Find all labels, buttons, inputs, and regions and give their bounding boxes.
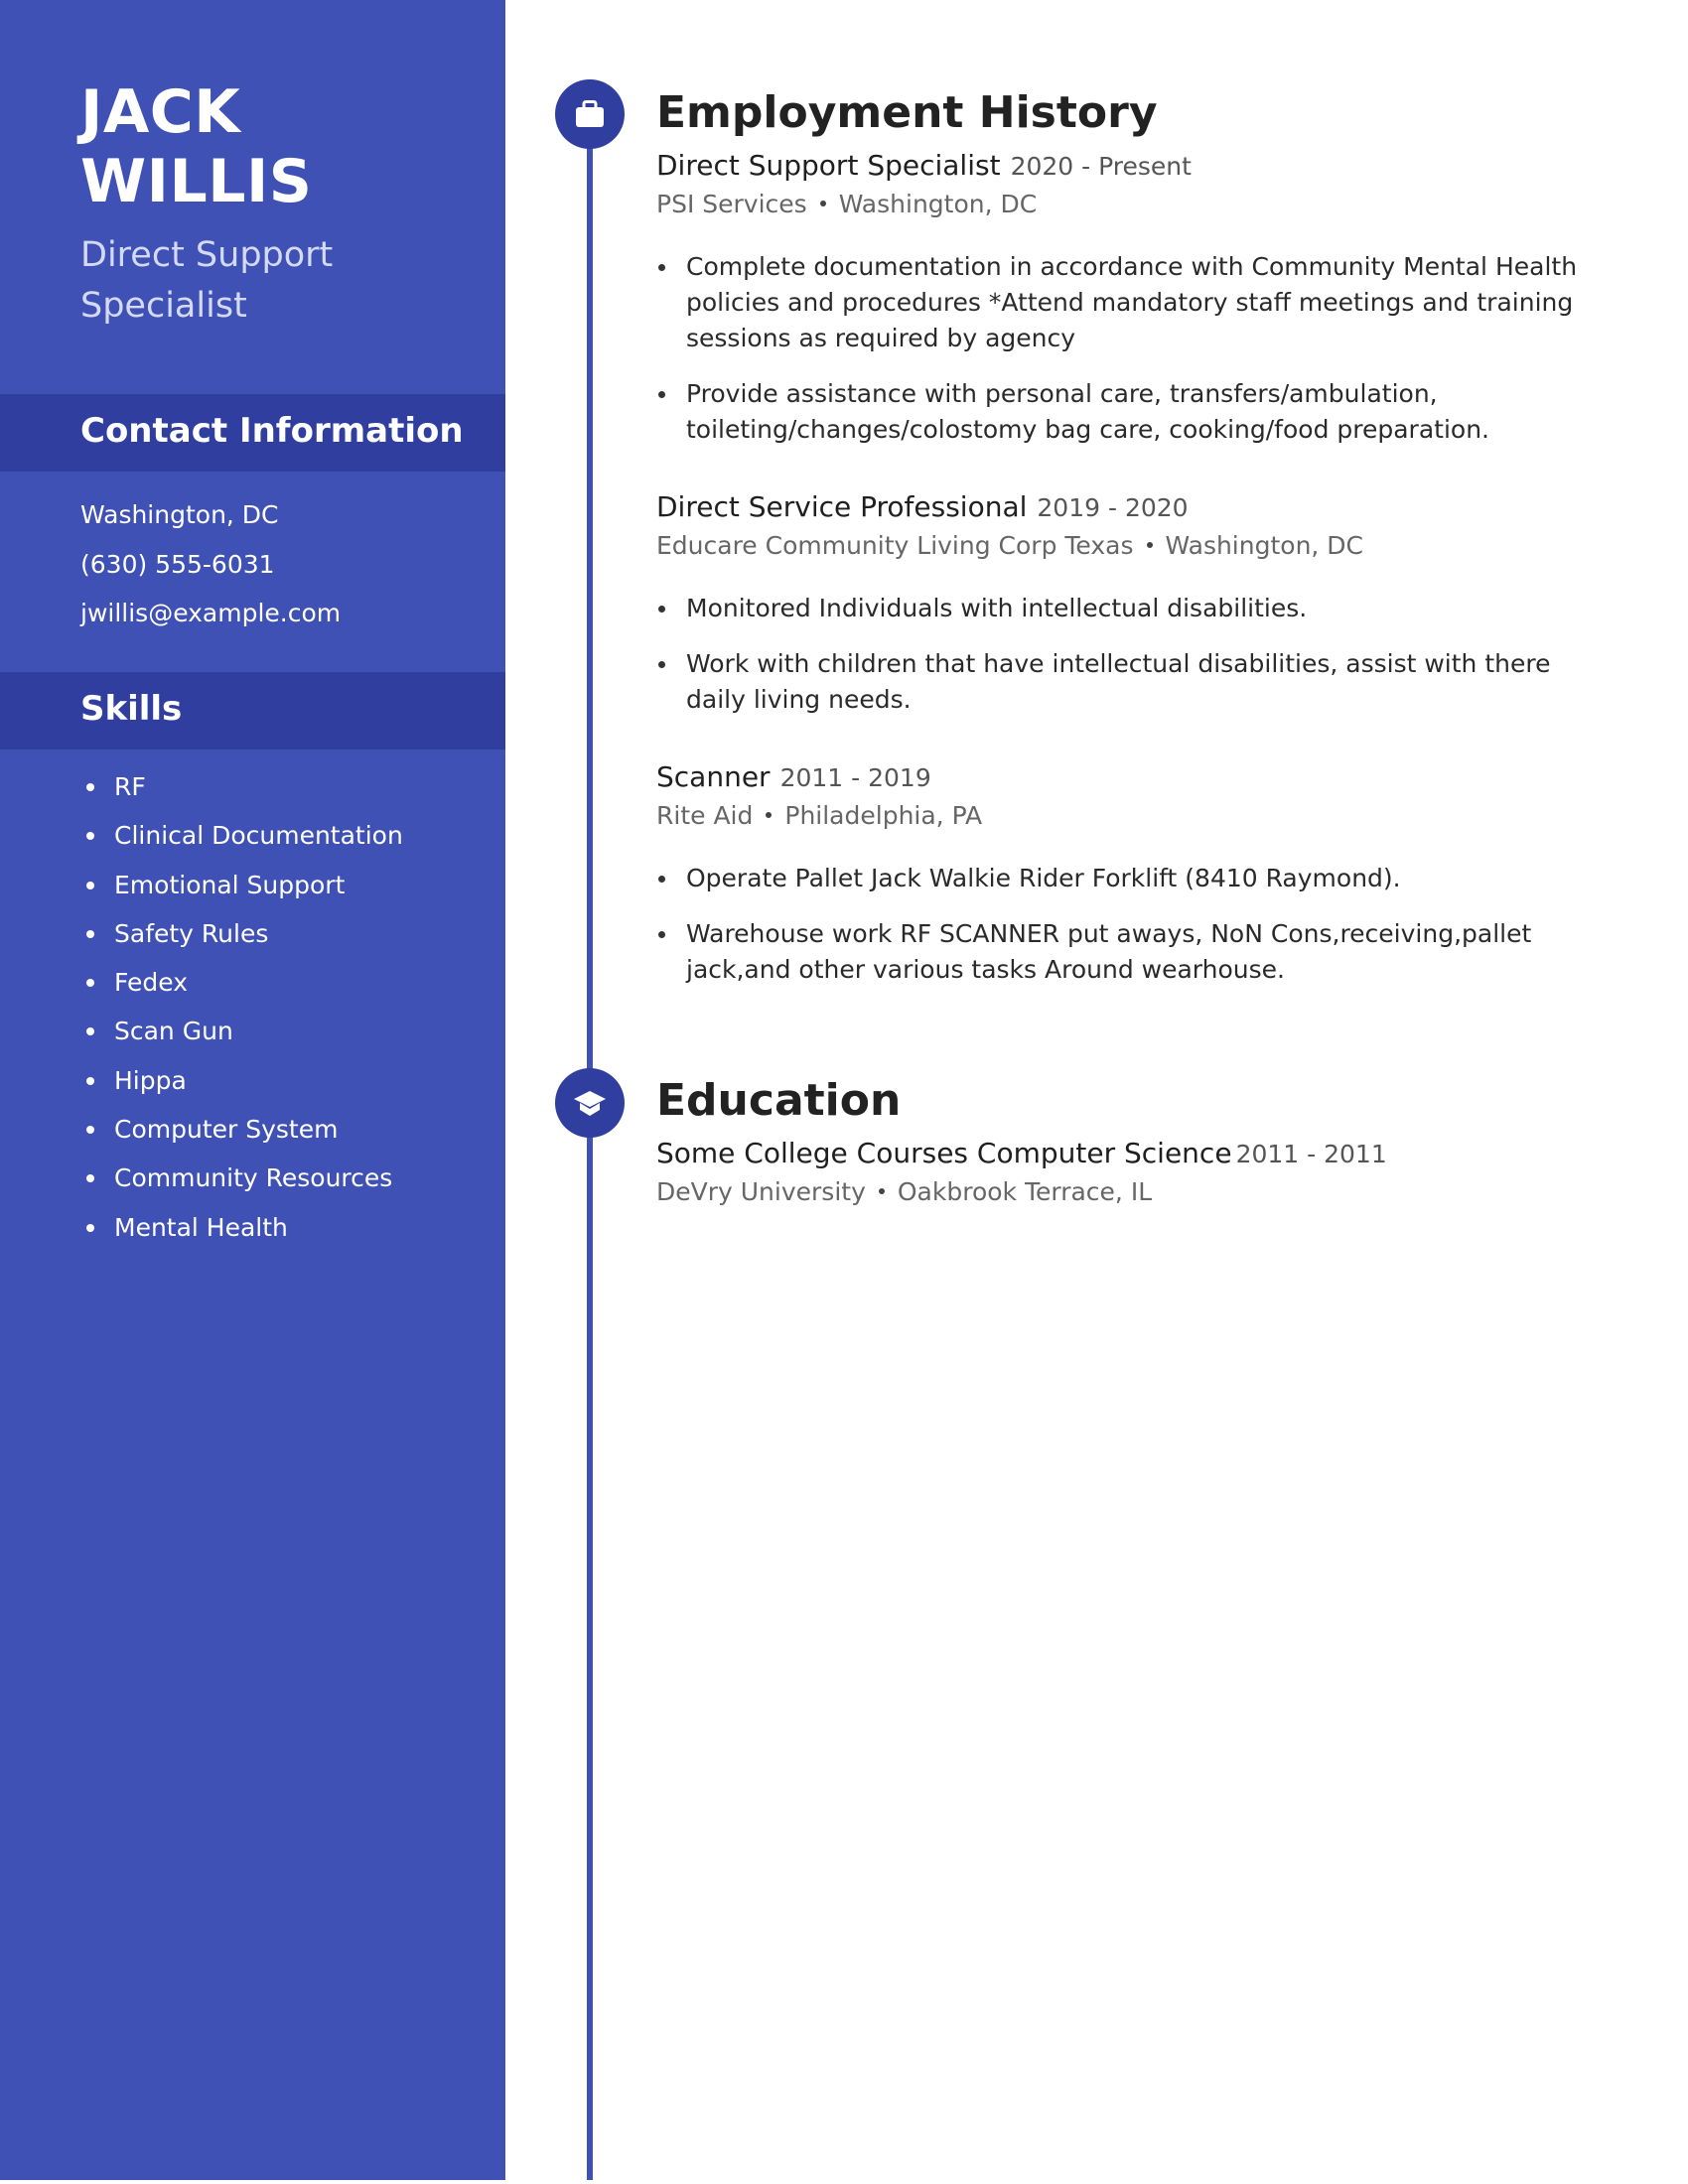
job-location: Washington, DC — [1165, 531, 1364, 560]
job-role: Direct Support Specialist — [656, 149, 1001, 182]
job-dates: 2020 - Present — [1010, 152, 1192, 181]
separator-dot — [766, 812, 773, 818]
contact-heading: Contact Information — [80, 411, 464, 451]
job-bullets: Complete documentation in accordance wit… — [656, 249, 1590, 448]
education-entry: Some College Courses Computer Science 201… — [656, 1135, 1590, 1211]
job-bullets: Monitored Individuals with intellectual … — [656, 591, 1590, 718]
contact-header-band: Contact Information — [0, 394, 505, 472]
candidate-name: JACK WILLIS — [80, 77, 313, 216]
job-bullet: Provide assistance with personal care, t… — [656, 376, 1590, 448]
job-location: Washington, DC — [838, 190, 1038, 218]
timeline-line — [587, 114, 593, 2180]
job-role: Scanner — [656, 760, 771, 793]
contact-phone[interactable]: (630) 555-6031 — [80, 540, 341, 590]
skill-item: Clinical Documentation — [80, 811, 403, 860]
job-company: Rite Aid — [656, 801, 754, 830]
skills-header-band: Skills — [0, 672, 505, 750]
job-bullet: Complete documentation in accordance wit… — [656, 249, 1590, 356]
skill-item: Safety Rules — [80, 909, 403, 958]
last-name: WILLIS — [80, 147, 313, 216]
job-dates: 2011 - 2019 — [779, 763, 931, 792]
skill-item: Computer System — [80, 1105, 403, 1154]
job-bullet: Monitored Individuals with intellectual … — [656, 591, 1590, 626]
job-entry: Scanner 2011 - 2019 Rite Aid Philadelphia,… — [656, 758, 1590, 1008]
skill-item: Scan Gun — [80, 1007, 403, 1055]
employment-heading: Employment History — [656, 87, 1158, 138]
graduation-cap-icon — [574, 1091, 606, 1116]
employment-icon-badge — [555, 79, 625, 149]
job-location: Philadelphia, PA — [784, 801, 983, 830]
job-role: Direct Service Professional — [656, 490, 1028, 523]
school: DeVry University — [656, 1177, 866, 1206]
job-dates: 2019 - 2020 — [1037, 493, 1189, 522]
skill-item: Community Resources — [80, 1154, 403, 1202]
skills-list: RF Clinical Documentation Emotional Supp… — [80, 762, 403, 1252]
contact-location: Washington, DC — [80, 500, 279, 529]
job-bullet: Work with children that have intellectua… — [656, 646, 1590, 718]
briefcase-icon — [576, 100, 604, 127]
education-icon-badge — [555, 1068, 625, 1138]
job-company: Educare Community Living Corp Texas — [656, 531, 1134, 560]
job-entry: Direct Service Professional 2019 - 2020 E… — [656, 488, 1590, 738]
skill-item: RF — [80, 762, 403, 811]
skill-item: Hippa — [80, 1056, 403, 1105]
first-name: JACK — [80, 77, 241, 147]
separator-dot — [819, 201, 826, 206]
contact-list: Washington, DC (630) 555-6031 jwillis@ex… — [80, 490, 341, 638]
job-entry: Direct Support Specialist 2020 - Present … — [656, 147, 1590, 468]
job-bullet: Operate Pallet Jack Walkie Rider Forklif… — [656, 861, 1590, 896]
separator-dot — [878, 1188, 885, 1194]
separator-dot — [1146, 542, 1153, 548]
school-location: Oakbrook Terrace, IL — [897, 1177, 1153, 1206]
skill-item: Mental Health — [80, 1203, 403, 1252]
skills-heading: Skills — [80, 689, 183, 729]
job-bullets: Operate Pallet Jack Walkie Rider Forklif… — [656, 861, 1590, 988]
sidebar: JACK WILLIS Direct Support Specialist Co… — [0, 0, 505, 2180]
candidate-title: Direct Support Specialist — [80, 235, 334, 326]
skill-item: Emotional Support — [80, 861, 403, 909]
degree: Some College Courses Computer Science — [656, 1137, 1232, 1169]
education-dates: 2011 - 2011 — [1235, 1140, 1387, 1168]
skill-item: Fedex — [80, 958, 403, 1007]
education-heading: Education — [656, 1075, 902, 1126]
contact-email[interactable]: jwillis@example.com — [80, 589, 341, 638]
job-company: PSI Services — [656, 190, 807, 218]
job-bullet: Warehouse work RF SCANNER put aways, NoN… — [656, 916, 1590, 988]
